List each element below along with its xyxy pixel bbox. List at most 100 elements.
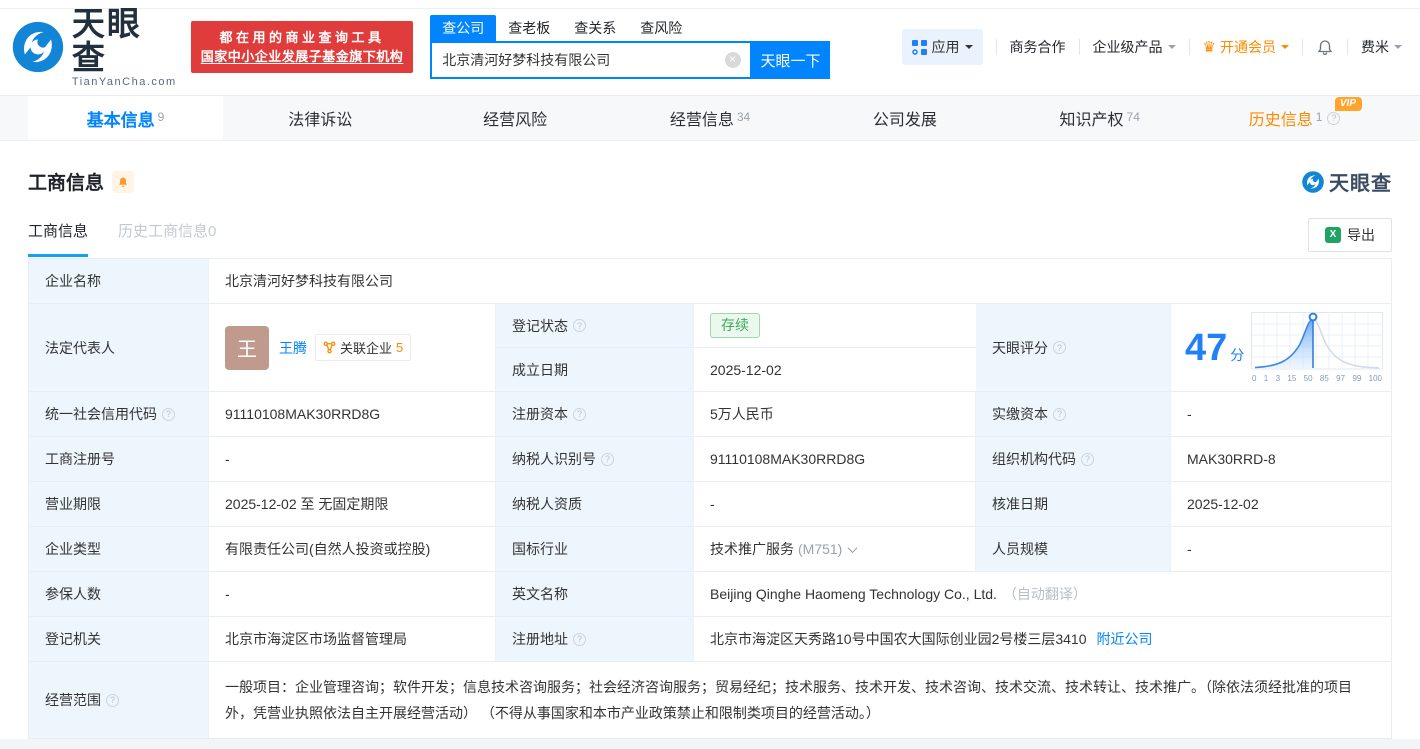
- search-input-box: ×: [430, 41, 752, 79]
- main-tab-bar: 基本信息 9 法律诉讼 经营风险 经营信息 34 公司发展 知识产权 74 VI…: [0, 95, 1420, 141]
- reg-number-value: -: [209, 437, 496, 481]
- username: 费米: [1361, 39, 1389, 55]
- table-row: 登记机关 北京市海淀区市场监督管理局 注册地址 北京市海淀区天秀路10号中国农大…: [29, 617, 1391, 662]
- business-term-value: 2025-12-02 至 无固定期限: [209, 482, 496, 526]
- logo-domain: TianYanCha.com: [71, 75, 177, 88]
- nav-divider: [995, 39, 997, 55]
- tab-company-development[interactable]: 公司发展: [807, 96, 1002, 140]
- nav-enterprise-products[interactable]: 企业级产品: [1093, 37, 1176, 57]
- watermark-text: 天眼查: [1329, 173, 1392, 195]
- tab-legal-litigation[interactable]: 法律诉讼: [223, 96, 418, 140]
- reg-authority-label: 登记机关: [29, 617, 209, 661]
- reg-status-label: 登记状态: [496, 304, 694, 347]
- company-name-label: 企业名称: [29, 259, 209, 303]
- nav-divider: [1188, 39, 1190, 55]
- subtab-business-info[interactable]: 工商信息: [28, 220, 89, 257]
- logo-swirl-icon: [12, 21, 64, 73]
- score-cell[interactable]: 47 分 0 1 3 15 50 85 97 99 100: [1171, 304, 1391, 391]
- company-type-label: 企业类型: [29, 527, 209, 571]
- score-value: 47: [1185, 326, 1228, 369]
- bottom-section-divider: [0, 739, 1420, 749]
- search-module: 查公司 查老板 查关系 查风险 × 天眼一下: [430, 15, 830, 79]
- org-code-label: 组织机构代码: [976, 437, 1171, 481]
- approval-date-label: 核准日期: [976, 482, 1171, 526]
- help-icon[interactable]: [1053, 407, 1066, 421]
- table-row: 营业期限 2025-12-02 至 无固定期限 纳税人资质 - 核准日期 202…: [29, 482, 1391, 527]
- top-nav: 应用 商务合作 企业级产品 ♛ 开通会员 费米: [901, 29, 1402, 65]
- subtab-history-business-info[interactable]: 历史工商信息0: [118, 220, 216, 257]
- chevron-down-icon: [1394, 45, 1402, 53]
- help-icon[interactable]: [106, 693, 119, 707]
- nav-divider: [1347, 39, 1348, 55]
- english-name-value: Beijing Qinghe Haomeng Technology Co., L…: [694, 572, 1391, 616]
- crown-icon: ♛: [1202, 39, 1216, 56]
- reg-address-label: 注册地址: [496, 617, 694, 661]
- vip-badge: VIP: [1334, 97, 1363, 111]
- tab-operating-info[interactable]: 经营信息 34: [613, 96, 808, 140]
- search-tab-company[interactable]: 查公司: [430, 15, 497, 41]
- tab-basic-info[interactable]: 基本信息 9: [28, 96, 223, 140]
- section-title: 工商信息: [28, 173, 105, 194]
- score-unit: 分: [1230, 346, 1245, 363]
- help-icon[interactable]: [601, 452, 614, 466]
- nav-open-membership[interactable]: ♛ 开通会员: [1203, 37, 1289, 57]
- watermark-swirl-icon: [1302, 170, 1324, 193]
- nearby-companies-link[interactable]: 附近公司: [1097, 629, 1153, 649]
- paid-capital-label: 实缴资本: [976, 392, 1171, 436]
- tianyancha-logo[interactable]: 天眼查 TianYanCha.com: [10, 6, 177, 88]
- business-scope-label: 经营范围: [29, 662, 209, 738]
- subscribe-bell-icon[interactable]: [112, 170, 135, 193]
- chevron-down-icon: [1281, 45, 1289, 53]
- search-tab-relation[interactable]: 查关系: [562, 15, 628, 41]
- search-tabs: 查公司 查老板 查关系 查风险: [430, 15, 829, 41]
- excel-icon: X: [1325, 227, 1341, 243]
- section-header: 工商信息 天眼查: [28, 167, 1392, 196]
- reg-address-value: 北京市海淀区天秀路10号中国农大国际创业园2号楼三层3410 附近公司: [694, 617, 1391, 661]
- help-icon[interactable]: [162, 407, 175, 421]
- business-info-table: 企业名称 北京清河好梦科技有限公司 法定代表人 王 王腾 关联企业 5 登记状态: [28, 258, 1392, 739]
- company-type-value: 有限责任公司(自然人投资或控股): [209, 527, 496, 571]
- search-tab-boss[interactable]: 查老板: [496, 15, 562, 41]
- paid-capital-value: -: [1171, 392, 1391, 436]
- search-button[interactable]: 天眼一下: [751, 41, 830, 79]
- help-icon[interactable]: [1053, 341, 1066, 354]
- taxpayer-id-label: 纳税人识别号: [496, 437, 694, 481]
- help-icon[interactable]: [1081, 452, 1094, 466]
- company-name-value: 北京清河好梦科技有限公司: [209, 259, 1391, 303]
- staff-size-label: 人员规模: [976, 527, 1171, 571]
- help-icon[interactable]: [1327, 111, 1341, 125]
- reg-authority-value: 北京市海淀区市场监督管理局: [209, 617, 496, 661]
- subtab-row: 工商信息 历史工商信息0 X 导出: [28, 218, 1392, 258]
- industry-value[interactable]: 技术推广服务 (M751): [694, 527, 976, 571]
- related-companies-badge[interactable]: 关联企业 5: [315, 334, 412, 361]
- chevron-down-icon: [964, 45, 973, 53]
- table-row: 法定代表人 王 王腾 关联企业 5 登记状态 存续: [29, 304, 1391, 392]
- export-button[interactable]: X 导出: [1308, 218, 1392, 252]
- table-row: 企业名称 北京清河好梦科技有限公司: [29, 259, 1391, 304]
- industry-label: 国标行业: [496, 527, 694, 571]
- staff-size-value: -: [1171, 527, 1391, 571]
- notification-bell-icon[interactable]: [1316, 38, 1334, 56]
- help-icon[interactable]: [573, 632, 586, 646]
- clear-input-icon[interactable]: ×: [724, 52, 741, 68]
- network-icon: [323, 341, 336, 354]
- chevron-down-icon: [1167, 45, 1176, 53]
- legal-rep-link[interactable]: 王腾: [279, 338, 307, 358]
- search-tab-risk[interactable]: 查风险: [628, 15, 694, 41]
- table-row: 工商注册号 - 纳税人识别号 91110108MAK30RRD8G 组织机构代码…: [29, 437, 1391, 482]
- apps-menu-button[interactable]: 应用: [901, 29, 983, 65]
- help-icon[interactable]: [573, 319, 586, 332]
- search-input[interactable]: [432, 52, 725, 68]
- legal-rep-avatar[interactable]: 王: [225, 325, 269, 370]
- chart-axis-ticks: 0 1 3 15 50 85 97 99 100: [1252, 374, 1382, 383]
- tab-operating-risk[interactable]: 经营风险: [418, 96, 613, 140]
- nav-user-menu[interactable]: 费米: [1361, 37, 1402, 57]
- reg-number-label: 工商注册号: [29, 437, 209, 481]
- taxpayer-id-value: 91110108MAK30RRD8G: [694, 437, 976, 481]
- table-row: 经营范围 一般项目：企业管理咨询；软件开发；信息技术咨询服务；社会经济咨询服务；…: [29, 662, 1391, 739]
- tab-history-info[interactable]: VIP 历史信息 1: [1197, 96, 1392, 140]
- tab-intellectual-property[interactable]: 知识产权 74: [1002, 96, 1197, 140]
- establish-date-label: 成立日期: [496, 348, 694, 391]
- nav-business-cooperation[interactable]: 商务合作: [1010, 37, 1066, 57]
- help-icon[interactable]: [573, 407, 586, 421]
